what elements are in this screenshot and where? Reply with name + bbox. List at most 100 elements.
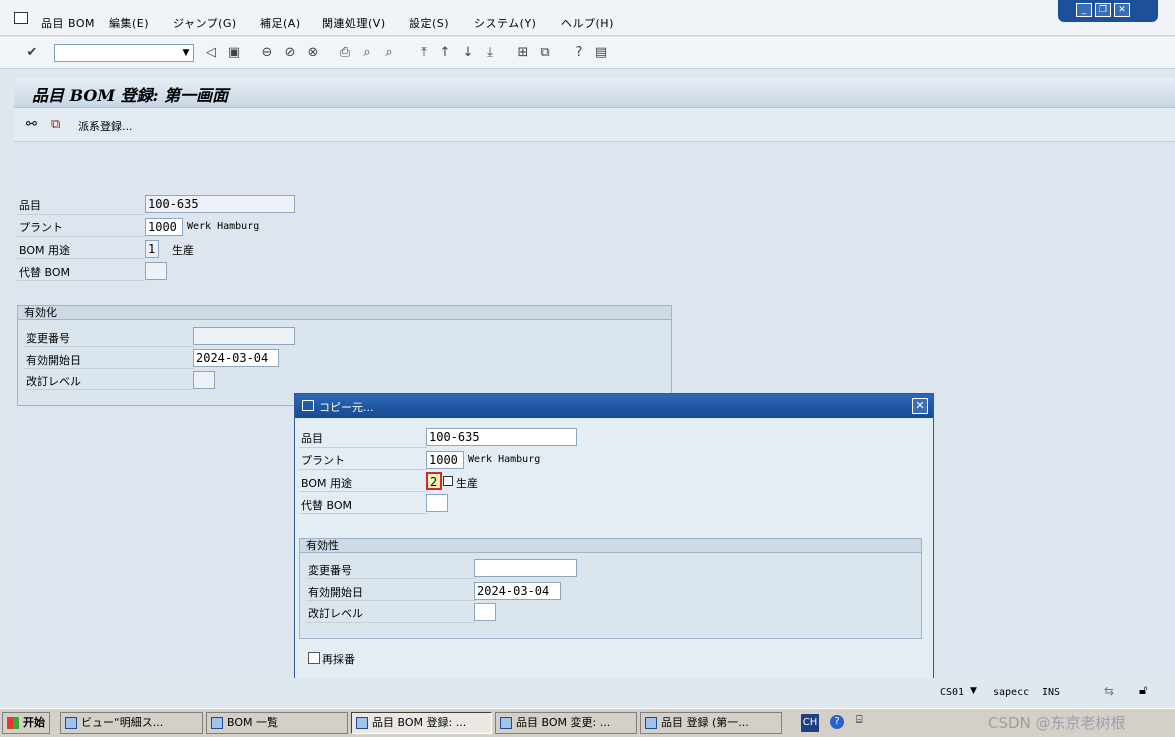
- group-title: 有効性: [300, 539, 921, 553]
- derive-button[interactable]: 派系登録...: [78, 118, 133, 134]
- last-page-icon[interactable]: ⤓: [482, 45, 498, 61]
- sap-window-icon: [65, 717, 77, 729]
- check-icon[interactable]: ✔: [24, 45, 40, 61]
- dlg-bom-usage-description: 生産: [456, 477, 478, 490]
- start-button[interactable]: 开始: [2, 712, 50, 734]
- sap-window-icon: [645, 717, 657, 729]
- menu-system[interactable]: システム(Y): [474, 15, 536, 31]
- menu-environment[interactable]: 関連処理(V): [322, 15, 386, 31]
- dlg-change-number-label: 変更番号: [308, 564, 352, 577]
- hierarchy-icon[interactable]: ⚯: [26, 117, 37, 132]
- dlg-material-field[interactable]: 100-635: [426, 428, 577, 446]
- sap-window-icon: [500, 717, 512, 729]
- task-label: 品目 BOM 変更: ...: [516, 716, 611, 729]
- dlg-valid-from-field[interactable]: 2024-03-04: [474, 582, 561, 600]
- dlg-alt-bom-field[interactable]: [426, 494, 448, 512]
- task-item-active[interactable]: 品目 BOM 登録: ...: [351, 712, 492, 734]
- menu-edit[interactable]: 編集(E): [109, 15, 149, 31]
- renumber-label: 再採番: [322, 653, 355, 666]
- command-field[interactable]: [54, 44, 194, 62]
- task-item[interactable]: BOM 一覧: [206, 712, 348, 734]
- chevron-down-icon[interactable]: ▼: [178, 44, 194, 62]
- cancel-icon[interactable]: ⊗: [305, 45, 321, 61]
- lock-icon[interactable]: 🔓︎: [1139, 683, 1147, 698]
- change-number-label: 変更番号: [26, 332, 70, 345]
- task-label: ビュー“明細ス...: [81, 716, 164, 729]
- copy-icon[interactable]: ⧉: [51, 117, 60, 132]
- dlg-bom-usage-field[interactable]: 2: [426, 472, 442, 490]
- prev-page-icon[interactable]: ↑: [437, 45, 453, 61]
- first-page-icon[interactable]: ⤒: [416, 45, 432, 61]
- task-label: 品目 登録 (第一...: [661, 716, 749, 729]
- material-label: 品目: [19, 199, 41, 212]
- back-icon[interactable]: ◁: [203, 45, 219, 61]
- dlg-material-label: 品目: [301, 432, 323, 445]
- bom-usage-label: BOM 用途: [19, 244, 70, 257]
- windows-logo-icon: [7, 717, 19, 729]
- menu-help[interactable]: ヘルプ(H): [561, 15, 614, 31]
- dlg-plant-description: Werk Hamburg: [468, 454, 541, 465]
- start-label: 开始: [23, 716, 45, 729]
- layout-icon[interactable]: ▤: [593, 45, 609, 61]
- menu-bom[interactable]: 品目 BOM: [41, 15, 95, 31]
- alt-bom-label: 代替 BOM: [19, 266, 70, 279]
- system-toolbar: ✔ ▼ ◁ ▣ ⊖ ⊘ ⊗ ⎙ ⌕ ⌕ ⤒ ↑ ↓ ⤓ ⊞ ⧉ ? ▤: [0, 37, 1175, 69]
- dlg-plant-field[interactable]: 1000: [426, 451, 464, 469]
- menu-extras[interactable]: 補足(A): [260, 15, 301, 31]
- page-title: 品目 BOM 登録: 第一画面: [32, 86, 229, 105]
- menu-jump[interactable]: ジャンプ(G): [173, 15, 237, 31]
- exit-icon[interactable]: ⊘: [282, 45, 298, 61]
- menu-settings[interactable]: 設定(S): [409, 15, 449, 31]
- sap-window-icon: [211, 717, 223, 729]
- alt-bom-field[interactable]: [145, 262, 167, 280]
- material-field[interactable]: 100-635: [145, 195, 295, 213]
- find-icon[interactable]: ⌕: [359, 45, 375, 61]
- group-title: 有効化: [18, 306, 671, 320]
- dlg-change-number-field[interactable]: [474, 559, 577, 577]
- task-label: BOM 一覧: [227, 716, 278, 729]
- transaction-code: CS01: [940, 687, 965, 698]
- plant-field[interactable]: 1000: [145, 218, 183, 236]
- dialog-icon: [302, 400, 314, 411]
- chevron-down-icon[interactable]: ▼: [970, 686, 977, 696]
- print-icon[interactable]: ⎙: [337, 45, 353, 61]
- dlg-validity-group: 有効性: [299, 538, 922, 639]
- task-item[interactable]: 品目 登録 (第一...: [640, 712, 782, 734]
- language-indicator[interactable]: CH: [801, 714, 819, 732]
- help-icon[interactable]: ?: [571, 45, 587, 61]
- task-label: 品目 BOM 登録: ...: [372, 716, 467, 729]
- value-help-icon[interactable]: [443, 476, 453, 486]
- close-icon[interactable]: ✕: [912, 398, 928, 414]
- find-next-icon[interactable]: ⌕: [381, 45, 397, 61]
- valid-from-field[interactable]: 2024-03-04: [193, 349, 279, 367]
- bom-usage-field[interactable]: 1: [145, 240, 159, 258]
- watermark: CSDN @东京老树根: [988, 714, 1126, 732]
- save-icon[interactable]: ▣: [226, 45, 242, 61]
- dlg-valid-from-label: 有効開始日: [308, 586, 363, 599]
- menu-icon[interactable]: [14, 12, 28, 24]
- close-icon[interactable]: ✕: [1114, 3, 1130, 17]
- application-toolbar: ⚯ ⧉ 派系登録...: [14, 108, 1175, 142]
- task-item[interactable]: 品目 BOM 変更: ...: [495, 712, 637, 734]
- copy-from-dialog: コピー元... ✕ 品目 100-635 プラント 1000 Werk Hamb…: [294, 393, 934, 713]
- back-nav-icon[interactable]: ⊖: [259, 45, 275, 61]
- help-icon[interactable]: ?: [830, 715, 844, 729]
- dlg-plant-label: プラント: [301, 454, 345, 467]
- next-page-icon[interactable]: ↓: [460, 45, 476, 61]
- connection-icon: ⇆: [1104, 684, 1115, 698]
- dlg-revision-level-field[interactable]: [474, 603, 496, 621]
- revision-level-field[interactable]: [193, 371, 215, 389]
- change-number-field[interactable]: [193, 327, 295, 345]
- restore-icon[interactable]: ❐: [1095, 3, 1111, 17]
- new-session-icon[interactable]: ⊞: [515, 45, 531, 61]
- revision-level-label: 改訂レベル: [26, 375, 81, 388]
- renumber-checkbox[interactable]: [308, 652, 320, 664]
- title-bar: 品目 BOM 登録: 第一画面: [14, 78, 1175, 108]
- task-item[interactable]: ビュー“明細ス...: [60, 712, 203, 734]
- shortcut-icon[interactable]: ⧉: [537, 45, 553, 61]
- tray-icon[interactable]: ⌸: [856, 713, 863, 727]
- minimize-icon[interactable]: _: [1076, 3, 1092, 17]
- server-name: sapecc: [993, 687, 1030, 698]
- validity-group: 有効化: [17, 305, 672, 406]
- plant-label: プラント: [19, 221, 63, 234]
